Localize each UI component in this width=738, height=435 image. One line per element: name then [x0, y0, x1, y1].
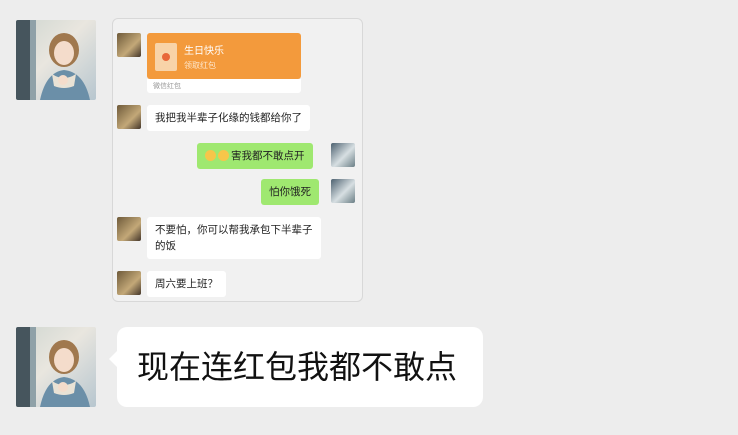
avatar-contact: [117, 271, 141, 295]
avatar-girl-illustration: [16, 327, 90, 407]
laughing-emoji-icon: [218, 150, 229, 161]
main-message-bubble[interactable]: 现在连红包我都不敢点: [109, 327, 483, 407]
message-bubble-left[interactable]: 不要怕，你可以帮我承包下半辈子 的饭: [147, 217, 321, 259]
red-packet-title: 生日快乐: [184, 46, 224, 57]
avatar-contact: [117, 217, 141, 241]
avatar-self: [331, 143, 355, 167]
red-packet-footer-label: 微信红包: [153, 82, 181, 90]
message-bubble-right[interactable]: 怕你饿死: [261, 179, 319, 205]
red-packet-icon: [155, 43, 177, 71]
avatar-contact: [117, 105, 141, 129]
avatar-sender-bottom[interactable]: [16, 327, 96, 407]
avatar-self: [331, 179, 355, 203]
message-bubble-left[interactable]: 我把我半辈子化缘的钱都给你了: [147, 105, 310, 131]
chat-screenshot-image[interactable]: 生日快乐 领取红包 微信红包 我把我半辈子化缘的钱都给你了 害我都不敢点开 怕你…: [112, 18, 363, 302]
message-text: 我把我半辈子化缘的钱都给你了: [155, 112, 302, 124]
message-bubble-left[interactable]: 周六要上班？: [147, 271, 226, 297]
message-text-line: 的饭: [155, 240, 176, 252]
avatar-sender-top[interactable]: [16, 20, 96, 100]
main-message-text: 现在连红包我都不敢点: [137, 348, 458, 386]
message-bubble-right[interactable]: 害我都不敢点开: [197, 143, 313, 169]
message-text-line: 不要怕，你可以帮我承包下半辈子: [155, 224, 313, 236]
red-packet-subtitle: 领取红包: [184, 61, 216, 70]
message-text: 怕你饿死: [269, 186, 311, 198]
message-text: 周六要上班？: [155, 278, 218, 290]
avatar-girl-illustration: [16, 20, 90, 100]
avatar-contact: [117, 33, 141, 57]
red-packet-message[interactable]: 生日快乐 领取红包: [147, 33, 301, 79]
red-packet-footer: 微信红包: [147, 79, 301, 93]
message-text: 害我都不敢点开: [231, 150, 305, 162]
laughing-emoji-icon: [205, 150, 216, 161]
